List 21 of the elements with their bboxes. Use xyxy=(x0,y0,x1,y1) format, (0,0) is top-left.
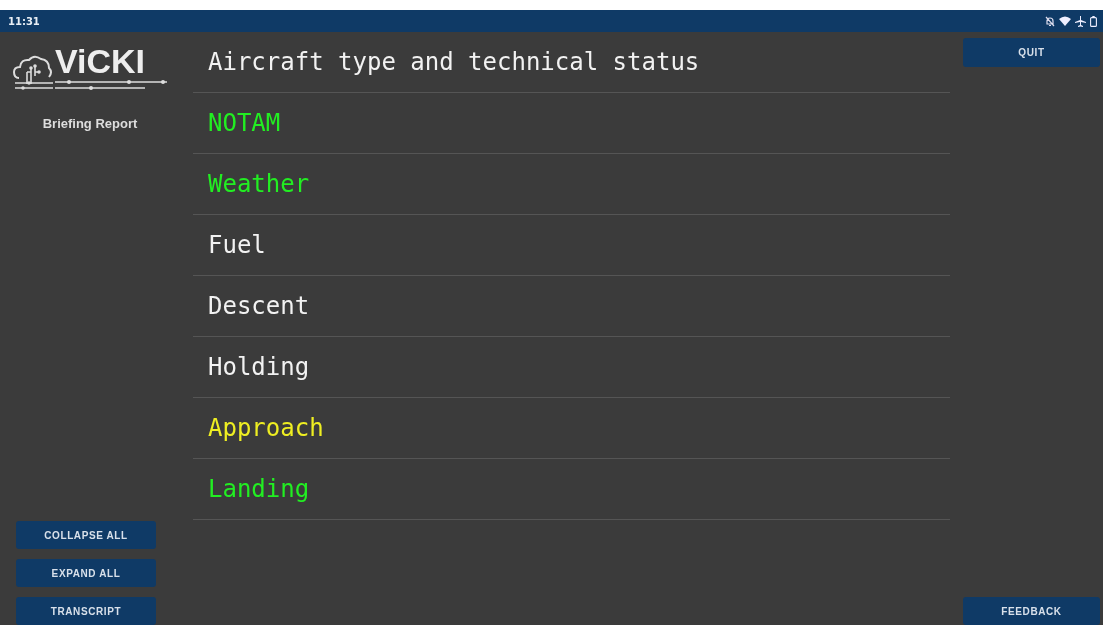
sidebar-button[interactable]: COLLAPSE ALL xyxy=(16,521,156,549)
report-title: Briefing Report xyxy=(42,116,138,131)
wifi-icon xyxy=(1059,16,1071,26)
section-item[interactable]: Holding xyxy=(208,353,310,381)
section-item[interactable]: Fuel xyxy=(208,231,266,259)
status-time: 11:31 xyxy=(8,15,40,27)
section-item[interactable]: Weather xyxy=(208,170,310,198)
section-header: Aircraft type and technical status xyxy=(208,48,700,76)
bell-off-icon xyxy=(1045,15,1055,27)
section-item[interactable]: NOTAM xyxy=(208,109,281,137)
section-item[interactable]: Approach xyxy=(208,414,324,442)
logo-text: ViCKI xyxy=(55,44,147,78)
section-item[interactable]: Descent xyxy=(208,292,310,320)
sidebar-button[interactable]: TRANSCRIPT xyxy=(16,597,156,625)
battery-icon xyxy=(1090,15,1097,27)
sidebar-button[interactable]: EXPAND ALL xyxy=(16,559,156,587)
circuit-line-icon xyxy=(55,78,167,92)
section-item[interactable]: Landing xyxy=(208,475,310,503)
feedback-button[interactable]: FEEDBACK xyxy=(963,597,1100,625)
quit-button[interactable]: QUIT xyxy=(963,38,1100,67)
airplane-icon xyxy=(1075,15,1086,27)
